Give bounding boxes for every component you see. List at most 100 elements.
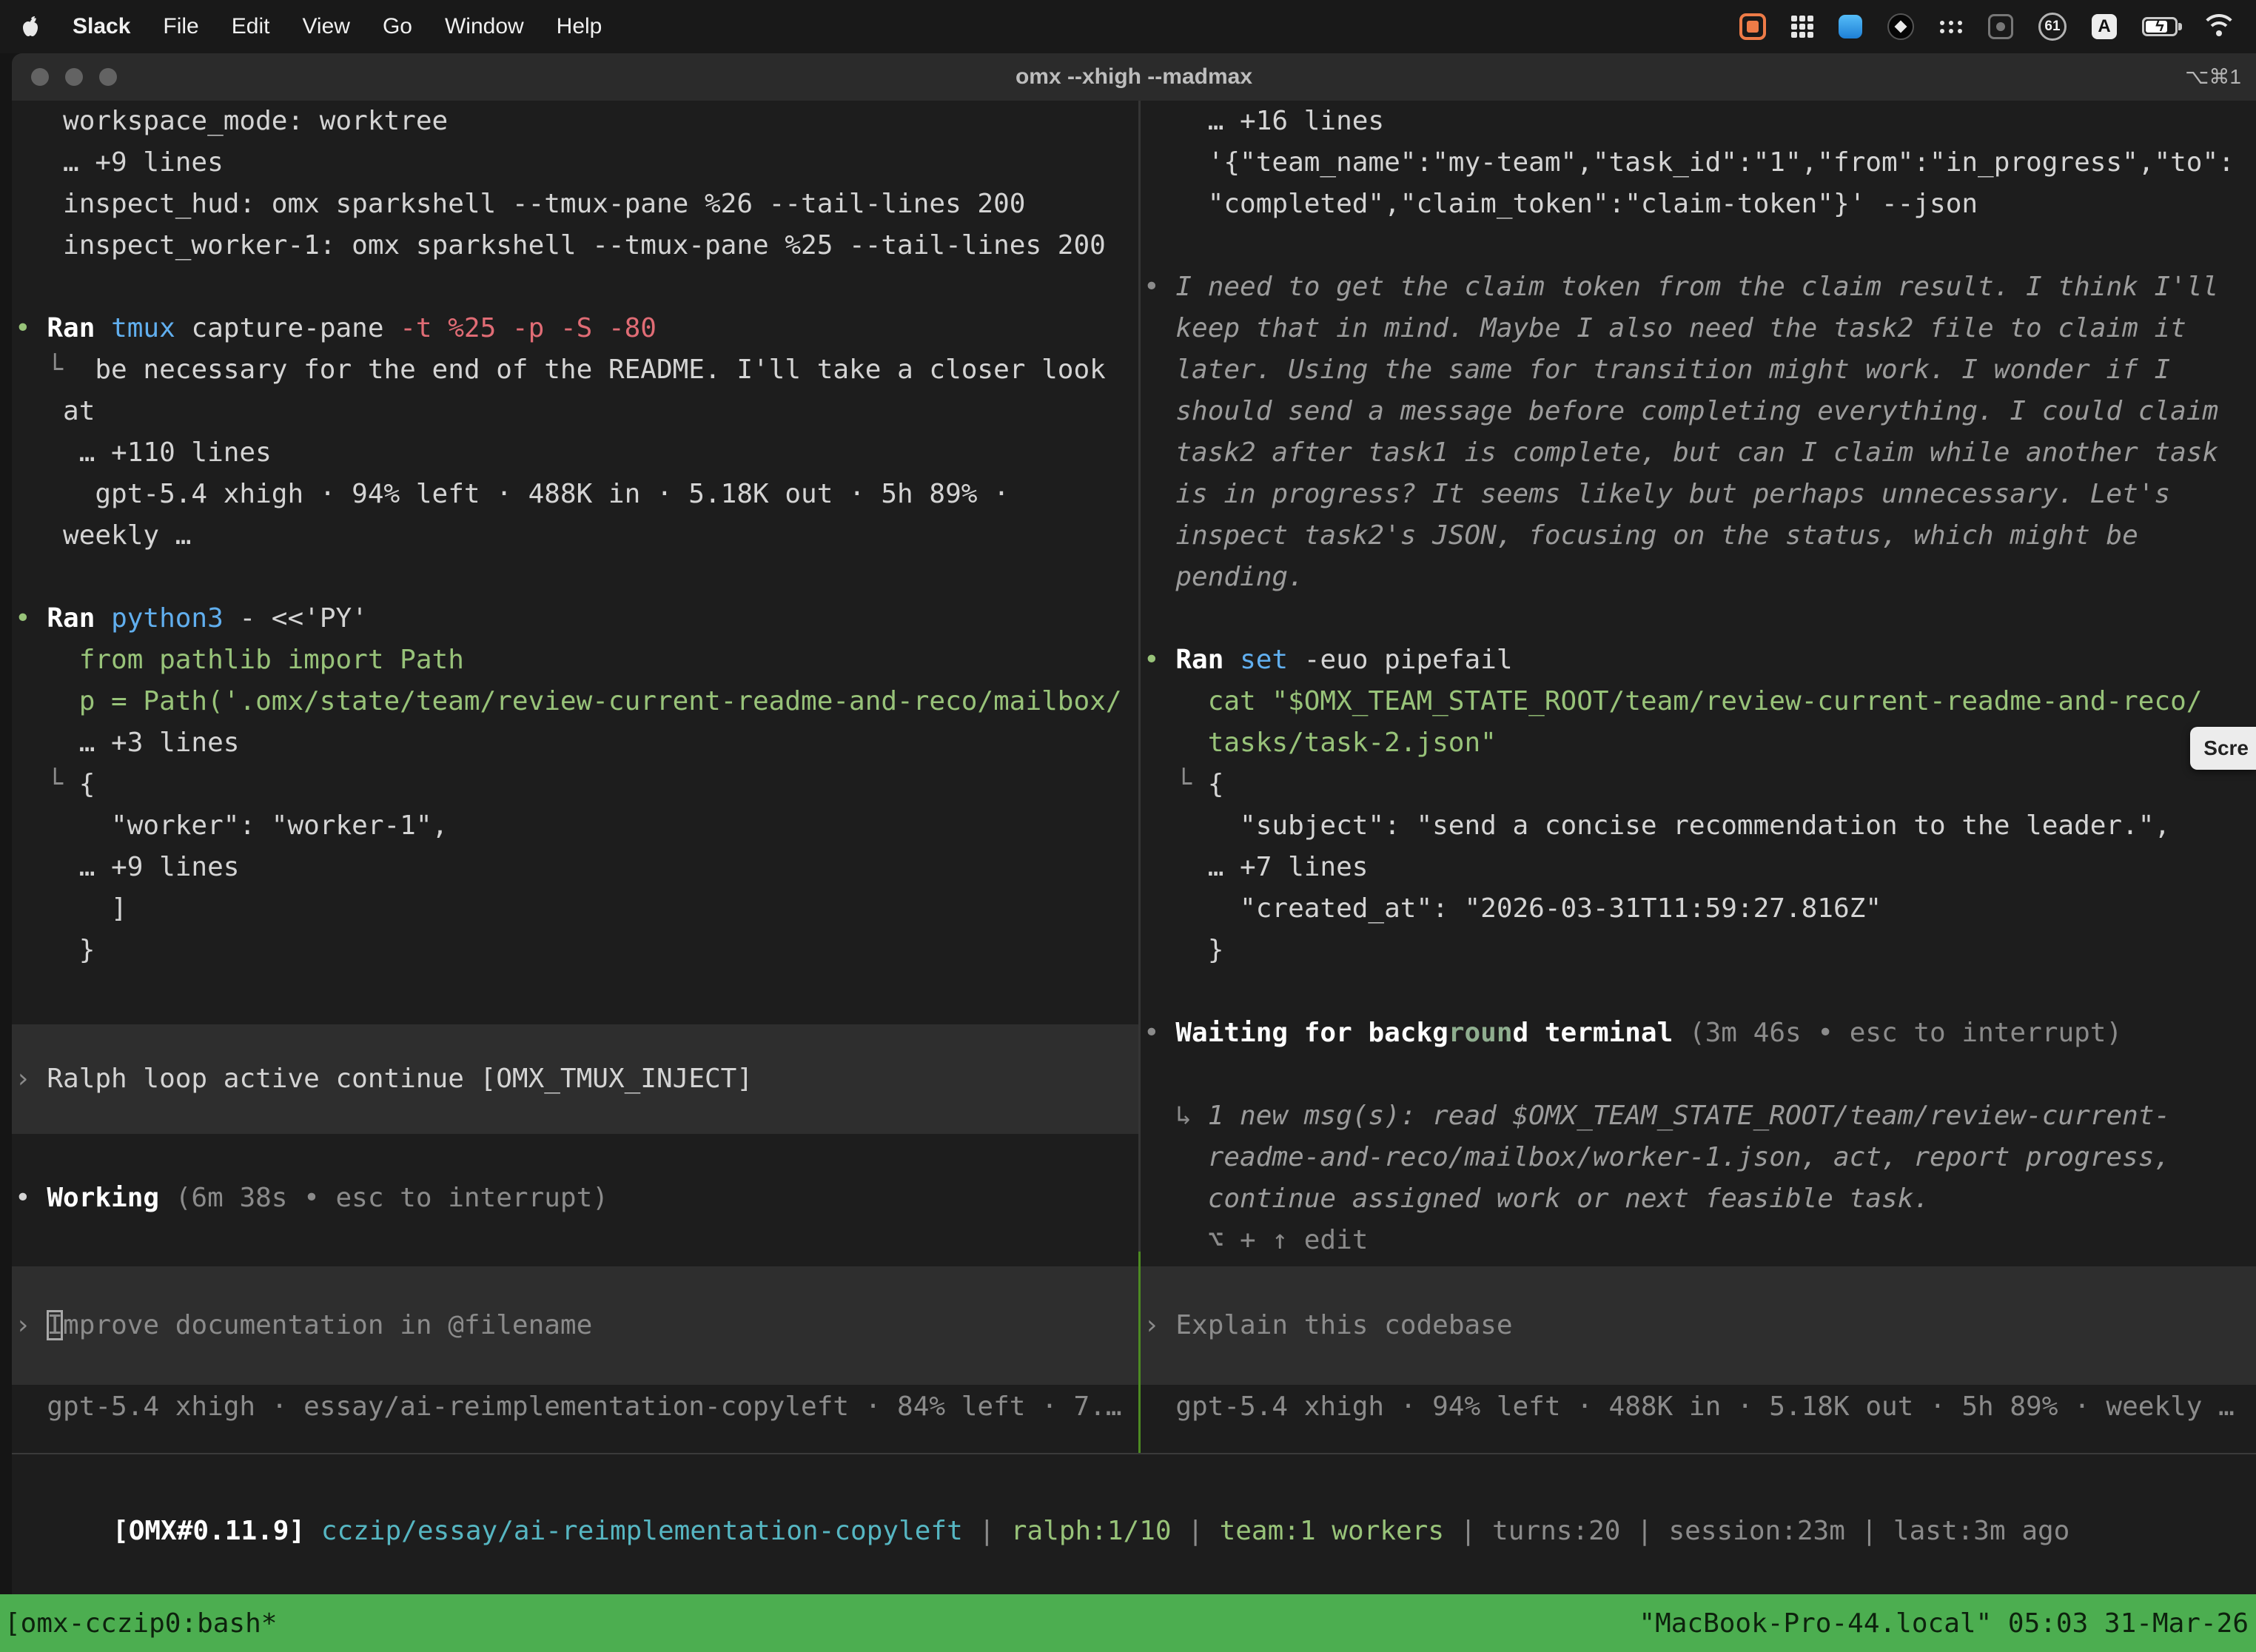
screen-notification-overlay[interactable]: Scre — [2190, 727, 2256, 770]
terminal-line: gpt-5.4 xhigh · 94% left · 488K in · 5.1… — [15, 474, 1138, 515]
terminal-line: … +9 lines — [15, 142, 1138, 184]
battery-charging-icon[interactable]: ϟ — [2142, 17, 2178, 36]
terminal-line: inspect task2's JSON, focusing on the st… — [1144, 515, 2256, 557]
omx-separator: | — [1172, 1516, 1220, 1546]
apple-menu-icon[interactable] — [21, 16, 40, 38]
prompt-input-right-text: › Explain this codebase — [1144, 1305, 1513, 1346]
bullet-icon: • — [1144, 272, 1175, 302]
menu-item-edit[interactable]: Edit — [232, 14, 270, 39]
terminal-line — [15, 266, 1138, 308]
dots-grid-icon[interactable] — [1939, 15, 1963, 38]
menu-item-window[interactable]: Window — [445, 14, 524, 39]
terminal-line: "worker": "worker-1", — [15, 805, 1138, 847]
wifi-glyph — [2203, 14, 2235, 39]
terminal-text: "subject": "send a concise recommendatio… — [1144, 810, 2170, 841]
terminal-text: (3m 46s • esc to interrupt) — [1689, 1018, 2122, 1048]
terminal-text: ⌥ + ↑ edit — [1144, 1225, 1368, 1255]
terminal-line: later. Using the same for transition mig… — [1144, 349, 2256, 391]
terminal-line: ] — [15, 888, 1138, 930]
arrow-down-right-icon: ↳ — [1144, 1101, 1208, 1131]
terminal-line: is in progress? It seems likely but perh… — [1144, 474, 2256, 515]
terminal-text: readme-and-reco/mailbox/worker-1.json, a… — [1144, 1142, 2170, 1172]
terminal-text: later. Using the same for transition mig… — [1144, 355, 2170, 385]
terminal-text: be necessary for the end of the README. … — [95, 355, 1105, 385]
terminal-text: gpt-5.4 xhigh · essay/ai-reimplementatio… — [15, 1391, 1122, 1422]
menu-item-go[interactable]: Go — [383, 14, 412, 39]
bullet-icon: • — [1144, 645, 1175, 675]
tmux-status-bar: [omx-cczip0:bash* "MacBook-Pro-44.local"… — [0, 1594, 2256, 1652]
terminal-line: • I need to get the claim token from the… — [1144, 266, 2256, 308]
left-terminal-pane[interactable]: workspace_mode: worktree … +9 lines insp… — [12, 101, 1138, 1453]
terminal-line: • Working (6m 38s • esc to interrupt) — [15, 1178, 1138, 1219]
terminal-line: should send a message before completing … — [1144, 391, 2256, 432]
terminal-text: { — [79, 769, 95, 799]
menu-item-help[interactable]: Help — [557, 14, 602, 39]
terminal-line: inspect_worker-1: omx sparkshell --tmux-… — [15, 225, 1138, 266]
terminal-line: • Ran set -euo pipefail — [1144, 639, 2256, 681]
terminal-text: -t %25 -p -S -80 — [400, 313, 657, 343]
terminal-line: continue assigned work or next feasible … — [1144, 1178, 2256, 1220]
terminal-line: gpt-5.4 xhigh · 94% left · 488K in · 5.1… — [1144, 1386, 2256, 1428]
terminal-line: • Ran tmux capture-pane -t %25 -p -S -80 — [15, 308, 1138, 349]
terminal-text: "completed","claim_token":"claim-token"}… — [1144, 189, 1978, 219]
prompt-chevron-icon: › — [15, 1310, 47, 1340]
terminal-window: omx --xhigh --madmax ⌥⌘1 workspace_mode:… — [12, 53, 2256, 1652]
terminal-text: set — [1240, 645, 1304, 675]
terminal-line: keep that in mind. Maybe I also need the… — [1144, 308, 2256, 349]
terminal-line: "created_at": "2026-03-31T11:59:27.816Z" — [1144, 888, 2256, 930]
screen-recording-indicator-icon[interactable] — [1739, 13, 1766, 40]
omx-project-path: cczip/essay/ai-reimplementation-copyleft — [321, 1516, 963, 1546]
terminal-line: └ { — [15, 764, 1138, 805]
omx-separator: | — [963, 1516, 1011, 1546]
window-title: omx --xhigh --madmax — [12, 53, 2256, 101]
terminal-text: Ran — [47, 313, 111, 343]
terminal-line: … +3 lines — [15, 722, 1138, 764]
wifi-icon[interactable] — [2203, 14, 2235, 39]
terminal-text: … +3 lines — [15, 728, 239, 758]
prompt-input-right[interactable]: › Explain this codebase — [1141, 1266, 2256, 1385]
prompt-input-left[interactable]: › Improve documentation in @filename — [12, 1266, 1138, 1385]
terminal-line: weekly … — [15, 515, 1138, 557]
blue-app-icon[interactable] — [1839, 15, 1862, 38]
menu-status-icons: 61 A ϟ — [1739, 13, 2235, 41]
menu-item-file[interactable]: File — [163, 14, 198, 39]
grid-icon[interactable] — [1791, 16, 1813, 38]
terminal-text: tasks/task-2.json" — [1144, 728, 1497, 758]
screen-notification-label: Scre — [2203, 736, 2249, 760]
terminal-text: I need to get the claim token from the c… — [1175, 272, 2218, 302]
battery-gauge-icon[interactable]: 61 — [2038, 13, 2067, 41]
terminal-line: "subject": "send a concise recommendatio… — [1144, 805, 2256, 847]
bullet-icon: • — [15, 603, 47, 634]
menu-app-name[interactable]: Slack — [73, 14, 130, 39]
input-source-icon[interactable]: A — [2092, 14, 2117, 39]
prompt-input-left-text: › Improve documentation in @filename — [15, 1305, 592, 1346]
bullet-icon: • — [15, 1183, 47, 1213]
right-terminal-pane[interactable]: … +16 lines '{"team_name":"my-team","tas… — [1141, 101, 2256, 1453]
input-source-label: A — [2098, 16, 2110, 37]
terminal-line: tasks/task-2.json" — [1144, 722, 2256, 764]
menu-item-view[interactable]: View — [302, 14, 349, 39]
terminal-text: … +9 lines — [15, 852, 239, 882]
prompt-chevron-icon: › — [15, 1064, 47, 1094]
dark-app-icon[interactable] — [1887, 13, 1914, 40]
tree-corner-icon: └ — [15, 769, 79, 799]
terminal-text: } — [1144, 935, 1223, 965]
terminal-text: d terminal — [1513, 1018, 1689, 1048]
dim-app-icon[interactable] — [1988, 14, 2013, 39]
terminal-text: tmux — [111, 313, 191, 343]
battery-glyph: ϟ — [2142, 17, 2178, 36]
terminal-text: } — [15, 935, 95, 965]
terminal-content: workspace_mode: worktree … +9 lines insp… — [12, 101, 2256, 1453]
tree-corner-icon: └ — [1144, 769, 1208, 799]
terminal-text: inspect_worker-1: omx sparkshell --tmux-… — [15, 230, 1106, 261]
block-cursor: I — [47, 1310, 63, 1340]
grid-glyph — [1791, 16, 1813, 38]
window-title-bar[interactable]: omx --xhigh --madmax ⌥⌘1 — [12, 53, 2256, 101]
terminal-line: workspace_mode: worktree — [15, 101, 1138, 142]
terminal-text: Ralph loop active continue [OMX_TMUX_INJ… — [47, 1064, 753, 1094]
terminal-text: 1 new msg(s): read $OMX_TEAM_STATE_ROOT/… — [1208, 1101, 2170, 1131]
terminal-line — [1144, 225, 2256, 266]
terminal-text: continue assigned work or next feasible … — [1144, 1183, 1930, 1214]
omx-team-workers: team:1 workers — [1220, 1516, 1444, 1546]
terminal-line — [1144, 1054, 2256, 1095]
